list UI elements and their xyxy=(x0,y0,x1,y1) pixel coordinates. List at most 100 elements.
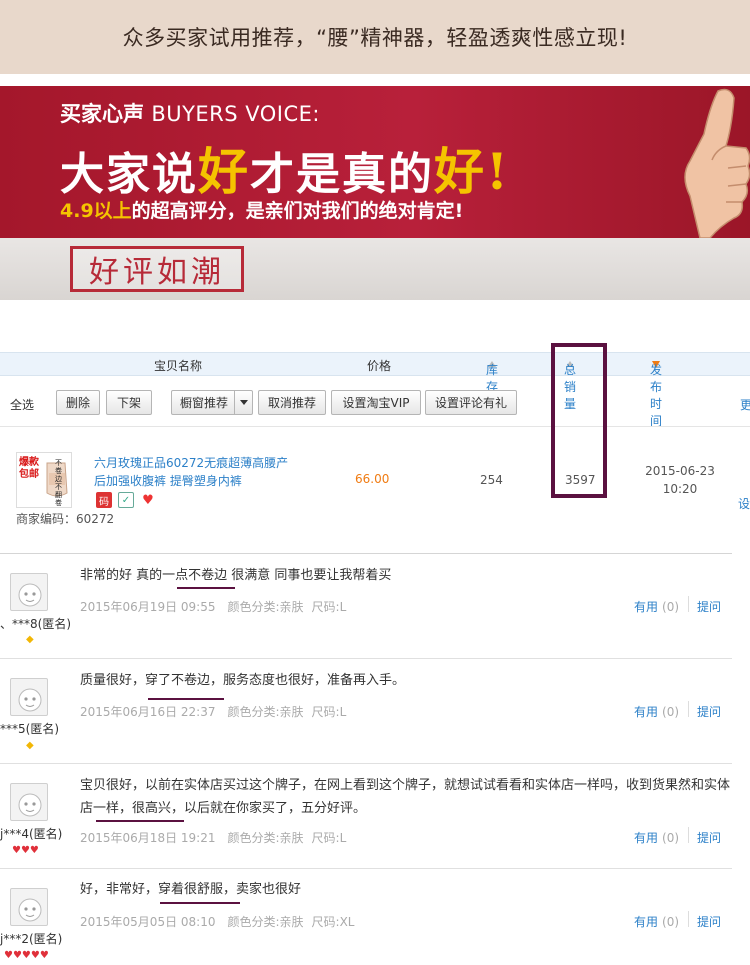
subline-text: 的超高评分，是亲们对我们的绝对肯定! xyxy=(131,200,464,222)
review-date: 2015年06月18日 19:21 xyxy=(80,831,216,845)
emphasis-underline xyxy=(96,820,184,822)
reviewer-name[interactable]: j***2(匿名) xyxy=(0,930,62,947)
window-recommend-dropdown[interactable]: 橱窗推荐 xyxy=(171,390,253,415)
top-banner: 众多买家试用推荐，“腰”精神器，轻盈透爽性感立现! xyxy=(0,0,750,74)
product-stock: 254 xyxy=(480,473,503,487)
divider xyxy=(0,868,732,869)
select-all-checkbox[interactable]: 全选 xyxy=(10,396,34,413)
separator xyxy=(688,701,689,717)
avatar xyxy=(10,573,48,611)
set-vip-button[interactable]: 设置淘宝VIP xyxy=(331,390,421,415)
good-review-stamp: 好评如潮 xyxy=(70,246,244,292)
useful-link[interactable]: 有用 (0) xyxy=(634,598,679,615)
diamond-badge-icon: ◆ xyxy=(26,634,34,645)
useful-label: 有用 xyxy=(634,915,659,929)
action-toolbar: 全选 删除 下架 橱窗推荐 取消推荐 设置淘宝VIP 设置评论有礼 更 xyxy=(0,388,750,418)
headline-part: 大家说 xyxy=(60,149,198,200)
heart-badge-icon: ♥♥♥♥♥ xyxy=(4,950,49,961)
review-size: 尺码:L xyxy=(311,705,347,719)
mobile-check-icon: ✓ xyxy=(118,492,134,508)
more-link[interactable]: 更 xyxy=(740,396,750,413)
voice-headline: 大家说好才是真的好! xyxy=(60,132,510,204)
ask-link[interactable]: 提问 xyxy=(697,913,721,930)
product-title-link[interactable]: 六月玫瑰正品60272无痕超薄高腰产后加强收腹裤 提臀塑身内裤 xyxy=(94,454,294,490)
avatar xyxy=(10,678,48,716)
product-thumbnail[interactable]: 爆款包邮 不卷边不翻卷 xyxy=(16,452,72,508)
banner-text: 众多买家试用推荐，“腰”精神器，轻盈透爽性感立现! xyxy=(122,26,628,50)
avatar xyxy=(10,888,48,926)
product-price: 66.00 xyxy=(355,472,390,486)
diamond-badge-icon: ◆ xyxy=(26,740,34,751)
review-date: 2015年06月16日 22:37 xyxy=(80,705,216,719)
product-image-caption: 不卷边不翻卷 xyxy=(55,459,62,507)
heart-badge-icon: ♥♥♥ xyxy=(12,845,39,856)
heart-icon: ♥ xyxy=(140,492,156,508)
col-stock-header[interactable]: 库存 xyxy=(486,357,498,394)
useful-link[interactable]: 有用 (0) xyxy=(634,913,679,930)
set-review-gift-button[interactable]: 设置评论有礼 xyxy=(425,390,517,415)
emphasis-underline xyxy=(160,902,240,904)
review-date: 2015年05月05日 08:10 xyxy=(80,915,216,929)
review-text: 宝贝很好，以前在实体店买过这个牌子，在网上看到这个牌子，就想试试看看和实体店一样… xyxy=(80,778,731,816)
reviewer-name[interactable]: ***5(匿名) xyxy=(0,720,59,737)
offshelf-button[interactable]: 下架 xyxy=(106,390,152,415)
voice-label: 买家心声 BUYERS VOICE: xyxy=(60,98,320,128)
headline-highlight: 好 xyxy=(198,142,250,201)
useful-label: 有用 xyxy=(634,600,659,614)
review-size: 尺码:XL xyxy=(311,915,355,929)
edit-link[interactable]: 设 xyxy=(738,495,750,512)
separator xyxy=(688,827,689,843)
ask-link[interactable]: 提问 xyxy=(697,703,721,720)
review-size: 尺码:L xyxy=(311,831,347,845)
col-name-header: 宝贝名称 xyxy=(154,359,203,373)
divider xyxy=(0,658,732,659)
review-color: 颜色分类:亲肤 xyxy=(227,831,304,845)
useful-count: (0) xyxy=(662,705,680,719)
merchant-code: 商家编码：60272 xyxy=(16,512,115,526)
useful-label: 有用 xyxy=(634,705,659,719)
voice-label-en: BUYERS VOICE: xyxy=(151,102,321,126)
review-meta: 2015年06月19日 09:55 颜色分类:亲肤 尺码:L xyxy=(80,598,346,615)
divider xyxy=(0,553,732,554)
emphasis-underline xyxy=(148,698,224,700)
review-date: 2015年06月19日 09:55 xyxy=(80,600,216,614)
emphasis-underline xyxy=(177,587,235,589)
review-color: 颜色分类:亲肤 xyxy=(227,915,304,929)
chevron-down-icon[interactable] xyxy=(234,391,252,414)
useful-count: (0) xyxy=(662,831,680,845)
delete-button[interactable]: 删除 xyxy=(56,390,100,415)
review-color: 颜色分类:亲肤 xyxy=(227,705,304,719)
publish-date-time: 10:20 xyxy=(662,482,698,496)
voice-label-cn: 买家心声 xyxy=(60,102,144,126)
separator xyxy=(688,596,689,612)
col-price-header: 价格 xyxy=(367,359,392,373)
review-text: 质量很好，穿了不卷边，服务态度也很好，准备再入手。 xyxy=(80,673,406,688)
review-size: 尺码:L xyxy=(311,600,347,614)
table-header: 宝贝名称 价格 库存 总销量 发布时间 xyxy=(0,352,750,428)
divider xyxy=(0,763,732,764)
buyers-voice-banner: 买家心声 BUYERS VOICE: 大家说好才是真的好! 4.9以上的超高评分… xyxy=(0,86,750,238)
separator xyxy=(688,911,689,927)
headline-exclaim: ! xyxy=(486,142,510,201)
useful-link[interactable]: 有用 (0) xyxy=(634,829,679,846)
publish-date-day: 2015-06-23 xyxy=(645,464,715,478)
useful-link[interactable]: 有用 (0) xyxy=(634,703,679,720)
review-meta: 2015年06月16日 22:37 颜色分类:亲肤 尺码:L xyxy=(80,703,346,720)
avatar xyxy=(10,783,48,821)
ask-link[interactable]: 提问 xyxy=(697,829,721,846)
product-icons: 码 ✓ ♥ xyxy=(96,492,156,508)
product-image-promo: 爆款包邮 xyxy=(19,457,39,480)
useful-count: (0) xyxy=(662,915,680,929)
window-recommend-label: 橱窗推荐 xyxy=(180,396,229,410)
reviewer-name[interactable]: j***4(匿名) xyxy=(0,825,62,842)
col-date-header[interactable]: 发布时间 xyxy=(650,357,662,428)
review-meta: 2015年06月18日 19:21 颜色分类:亲肤 尺码:L xyxy=(80,829,346,846)
review-text: 非常的好 真的一点不卷边 很满意 同事也要让我帮着买 xyxy=(80,568,392,583)
useful-count: (0) xyxy=(662,600,680,614)
cancel-recommend-button[interactable]: 取消推荐 xyxy=(258,390,326,415)
review-color: 颜色分类:亲肤 xyxy=(227,600,304,614)
useful-label: 有用 xyxy=(634,831,659,845)
ask-link[interactable]: 提问 xyxy=(697,598,721,615)
voice-subline: 4.9以上的超高评分，是亲们对我们的绝对肯定! xyxy=(60,196,463,223)
reviewer-name[interactable]: 、***8(匿名) xyxy=(0,615,71,632)
